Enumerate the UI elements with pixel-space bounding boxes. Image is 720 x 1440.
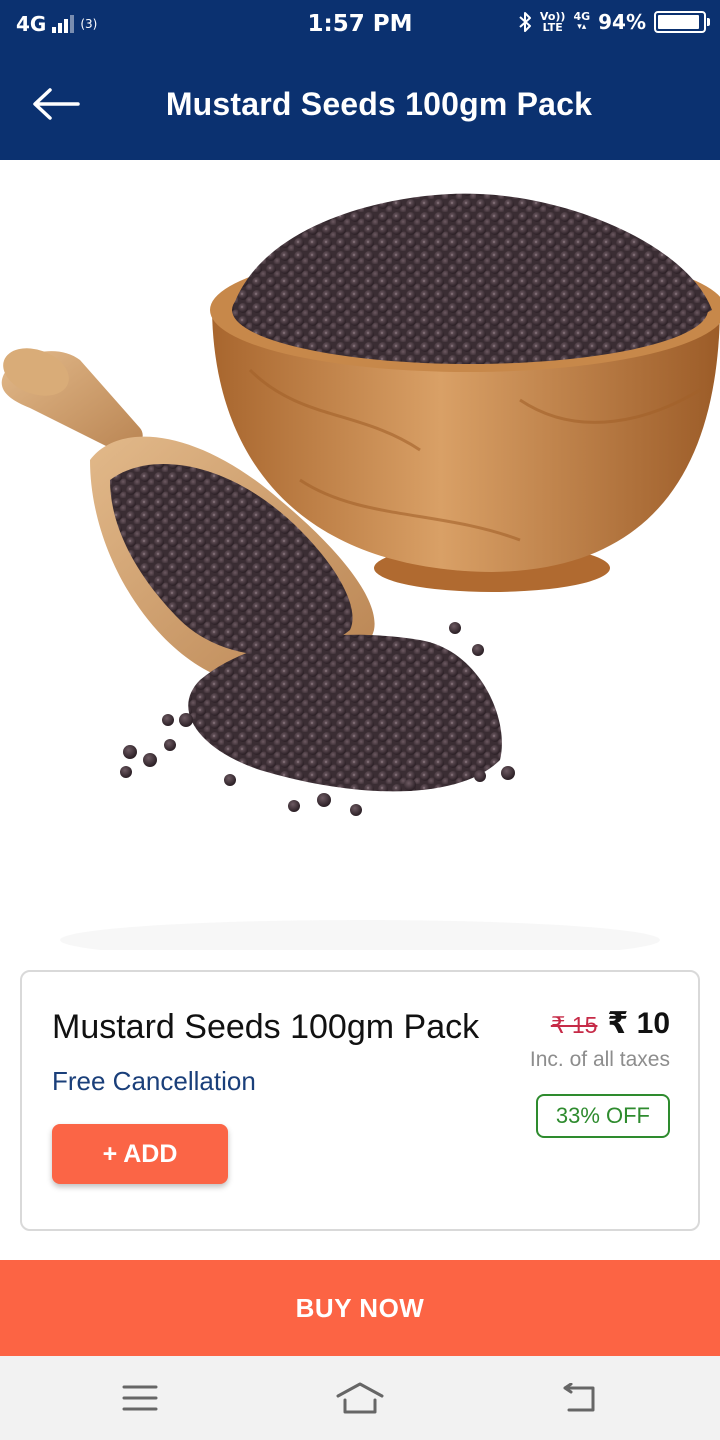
buy-now-button[interactable]: BUY NOW (0, 1260, 720, 1356)
battery-icon (654, 11, 710, 33)
product-photo-illustration (1, 193, 720, 950)
tax-note: Inc. of all taxes (529, 1048, 670, 1071)
data-indicator: 4G ▾▴ (573, 10, 591, 32)
system-nav-bar (0, 1356, 720, 1440)
original-price: ₹ 15 (550, 1012, 598, 1038)
add-button[interactable]: + ADD (52, 1124, 228, 1184)
battery-percent: 94% (598, 10, 646, 34)
app-header: Mustard Seeds 100gm Pack (0, 52, 720, 160)
home-icon (336, 1382, 384, 1414)
price-block: ₹ 15 ₹ 10 (551, 1006, 670, 1041)
back-icon (563, 1383, 595, 1412)
product-card: Mustard Seeds 100gm Pack Free Cancellati… (20, 970, 700, 1231)
volte-indicator: Vo)) LTE (539, 10, 566, 34)
nav-back-button[interactable] (548, 1376, 608, 1420)
nav-menu-button[interactable] (110, 1376, 170, 1420)
nav-home-button[interactable] (330, 1376, 390, 1420)
product-name: Mustard Seeds 100gm Pack (52, 1008, 480, 1046)
free-cancellation-label: Free Cancellation (52, 1066, 256, 1096)
selling-price: ₹ 10 (607, 1007, 670, 1040)
menu-icon (122, 1385, 158, 1411)
bluetooth-icon (519, 12, 531, 32)
page-title: Mustard Seeds 100gm Pack (165, 86, 593, 122)
product-image (0, 160, 720, 950)
discount-badge: 33% OFF (535, 1094, 670, 1138)
status-right: Vo)) LTE 4G ▾▴ 94% (518, 10, 710, 34)
status-bar: 4G (3) 1:57 PM Vo)) LTE 4G ▾▴ 94% (0, 0, 720, 52)
